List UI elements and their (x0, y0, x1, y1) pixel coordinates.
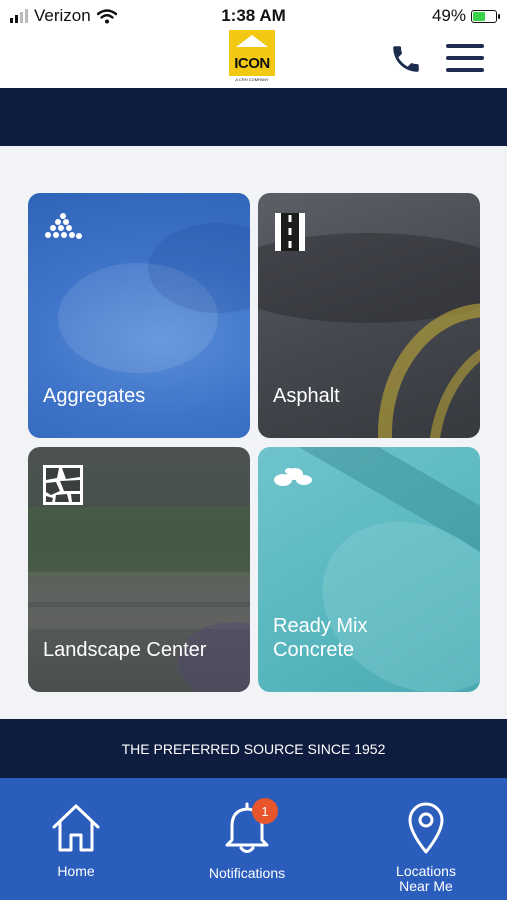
tile-label-aggregates: Aggregates (43, 385, 146, 407)
tab-home-label: Home (57, 863, 95, 879)
tab-locations-label-line1: Locations (396, 863, 456, 879)
nav-band (0, 88, 507, 146)
tab-locations-near-me[interactable]: Locations Near Me (378, 778, 474, 900)
logo-subtext: A CRH COMPANY (235, 77, 269, 82)
tile-label-landscape-center: Landscape Center (43, 639, 207, 661)
tile-asphalt[interactable]: Asphalt (258, 193, 480, 438)
tile-label-asphalt: Asphalt (273, 385, 340, 407)
tab-locations-label-line2: Near Me (399, 878, 453, 894)
brand-logo[interactable]: ICON A CRH COMPANY (228, 30, 276, 86)
status-right: 49% (431, 6, 500, 26)
tile-label-ready-mix-concrete: Ready Mix Concrete (273, 614, 367, 662)
bottom-tab-bar: Home 1 Notifications Locations Near Me (0, 778, 507, 900)
tab-home[interactable]: Home (40, 778, 112, 900)
tab-locations-label: Locations Near Me (396, 864, 456, 894)
tab-notifications[interactable]: 1 Notifications (200, 778, 294, 900)
mountain-icon (236, 35, 268, 47)
tile-label-line1: Ready Mix (273, 615, 368, 637)
notification-badge: 1 (252, 798, 278, 824)
road-icon (275, 213, 305, 251)
app-header: ICON A CRH COMPANY (0, 30, 507, 88)
logo-text: ICON (234, 55, 270, 72)
tile-landscape-center[interactable]: Landscape Center (28, 447, 250, 692)
battery-percent: 49% (431, 6, 466, 25)
map-pin-icon (408, 802, 444, 854)
logo-badge: ICON (229, 30, 275, 76)
battery-icon (471, 9, 500, 23)
hamburger-menu-icon[interactable] (446, 44, 484, 74)
tile-aggregates[interactable]: Aggregates (28, 193, 250, 438)
status-bar: Verizon 1:38 AM 49% (0, 0, 507, 30)
clock: 1:38 AM (221, 6, 286, 25)
tile-ready-mix-concrete[interactable]: Ready Mix Concrete (258, 447, 480, 692)
home-icon (52, 804, 100, 852)
stone-wall-icon (43, 465, 83, 505)
rock-pile-icon (45, 213, 82, 239)
tile-label-line2: Concrete (273, 639, 355, 661)
tagline-text: THE PREFERRED SOURCE SINCE 1952 (121, 740, 386, 757)
concrete-icon (274, 468, 312, 486)
tab-notifications-label: Notifications (208, 865, 286, 881)
tagline-banner: THE PREFERRED SOURCE SINCE 1952 (0, 719, 507, 778)
phone-icon[interactable] (389, 42, 423, 76)
